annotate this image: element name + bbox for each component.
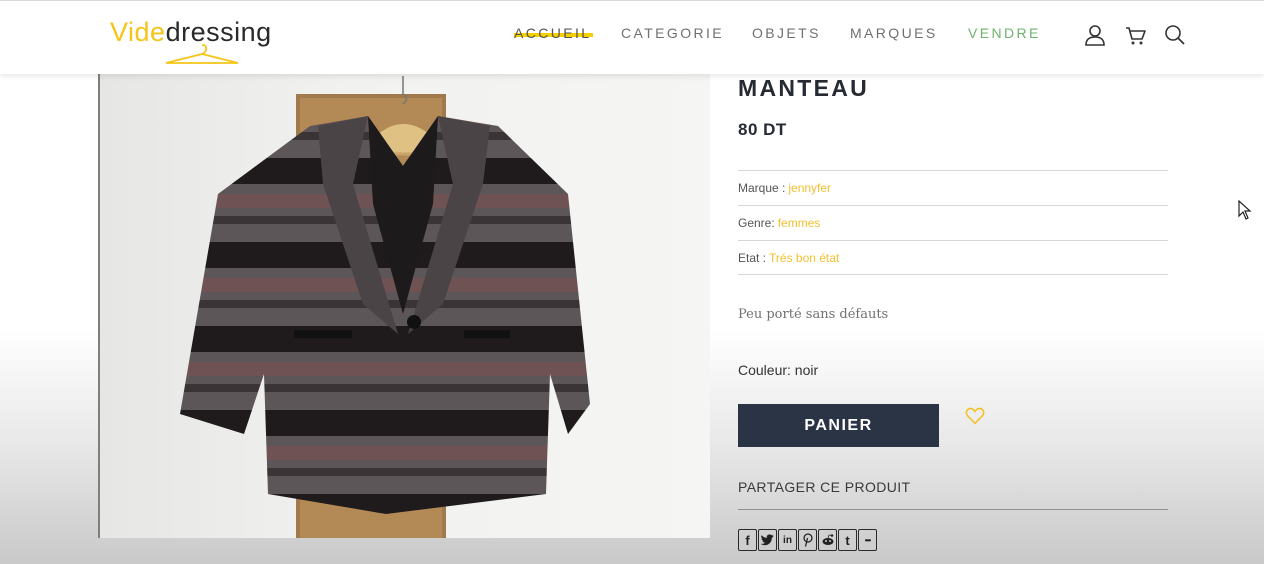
attribute-condition-value: Trés bon état xyxy=(769,250,840,265)
tumblr-icon[interactable]: t xyxy=(838,529,857,551)
mouse-cursor-icon xyxy=(1238,200,1252,220)
search-icon[interactable] xyxy=(1163,23,1187,47)
hanger-icon xyxy=(165,44,239,64)
share-label: PARTAGER CE PRODUIT xyxy=(738,479,911,495)
linkedin-icon[interactable]: in xyxy=(778,529,797,551)
twitter-icon[interactable] xyxy=(758,529,777,551)
product-title: MANTEAU xyxy=(738,75,870,101)
main-nav: ACCUEIL CATEGORIE OBJETS MARQUES VENDRE xyxy=(0,25,1264,45)
attribute-brand-label: Marque : xyxy=(738,181,786,195)
coat-photo xyxy=(180,76,590,538)
nav-vendre[interactable]: VENDRE xyxy=(968,25,1041,41)
attribute-brand: Marque : jennyfer xyxy=(738,170,1168,205)
attribute-gender: Genre: femmes xyxy=(738,205,1168,240)
attribute-gender-value[interactable]: femmes xyxy=(778,216,821,230)
wishlist-heart-icon[interactable] xyxy=(964,405,986,427)
product-price: 80 DT xyxy=(738,120,787,139)
attribute-condition-label: Etat : xyxy=(738,250,767,265)
product-image[interactable] xyxy=(98,74,710,538)
share-divider xyxy=(738,509,1168,510)
top-navbar: Videdressing ACCUEIL CATEGORIE OBJETS MA… xyxy=(0,0,1264,74)
nav-accueil-label: ACCUEIL xyxy=(514,25,592,41)
nav-objets[interactable]: OBJETS xyxy=(752,25,821,41)
user-icon[interactable] xyxy=(1083,23,1107,47)
pinterest-icon[interactable] xyxy=(798,529,817,551)
more-icon[interactable]: ••• xyxy=(858,529,877,551)
nav-categorie[interactable]: CATEGORIE xyxy=(621,25,724,41)
reddit-icon[interactable] xyxy=(818,529,837,551)
attribute-brand-value[interactable]: jennyfer xyxy=(788,181,831,195)
nav-accueil[interactable]: ACCUEIL xyxy=(514,25,594,41)
share-buttons: f in t ••• xyxy=(738,529,877,551)
nav-marques[interactable]: MARQUES xyxy=(850,25,938,41)
product-color: Couleur: noir xyxy=(738,362,819,378)
image-edge xyxy=(98,74,100,538)
product-description: Peu porté sans défauts xyxy=(738,307,889,322)
cart-icon[interactable] xyxy=(1124,23,1148,47)
attribute-condition: Etat : Trés bon état xyxy=(738,240,1168,275)
attribute-gender-label: Genre: xyxy=(738,216,775,230)
facebook-icon[interactable]: f xyxy=(738,529,757,551)
add-to-cart-button[interactable]: PANIER xyxy=(738,404,939,447)
